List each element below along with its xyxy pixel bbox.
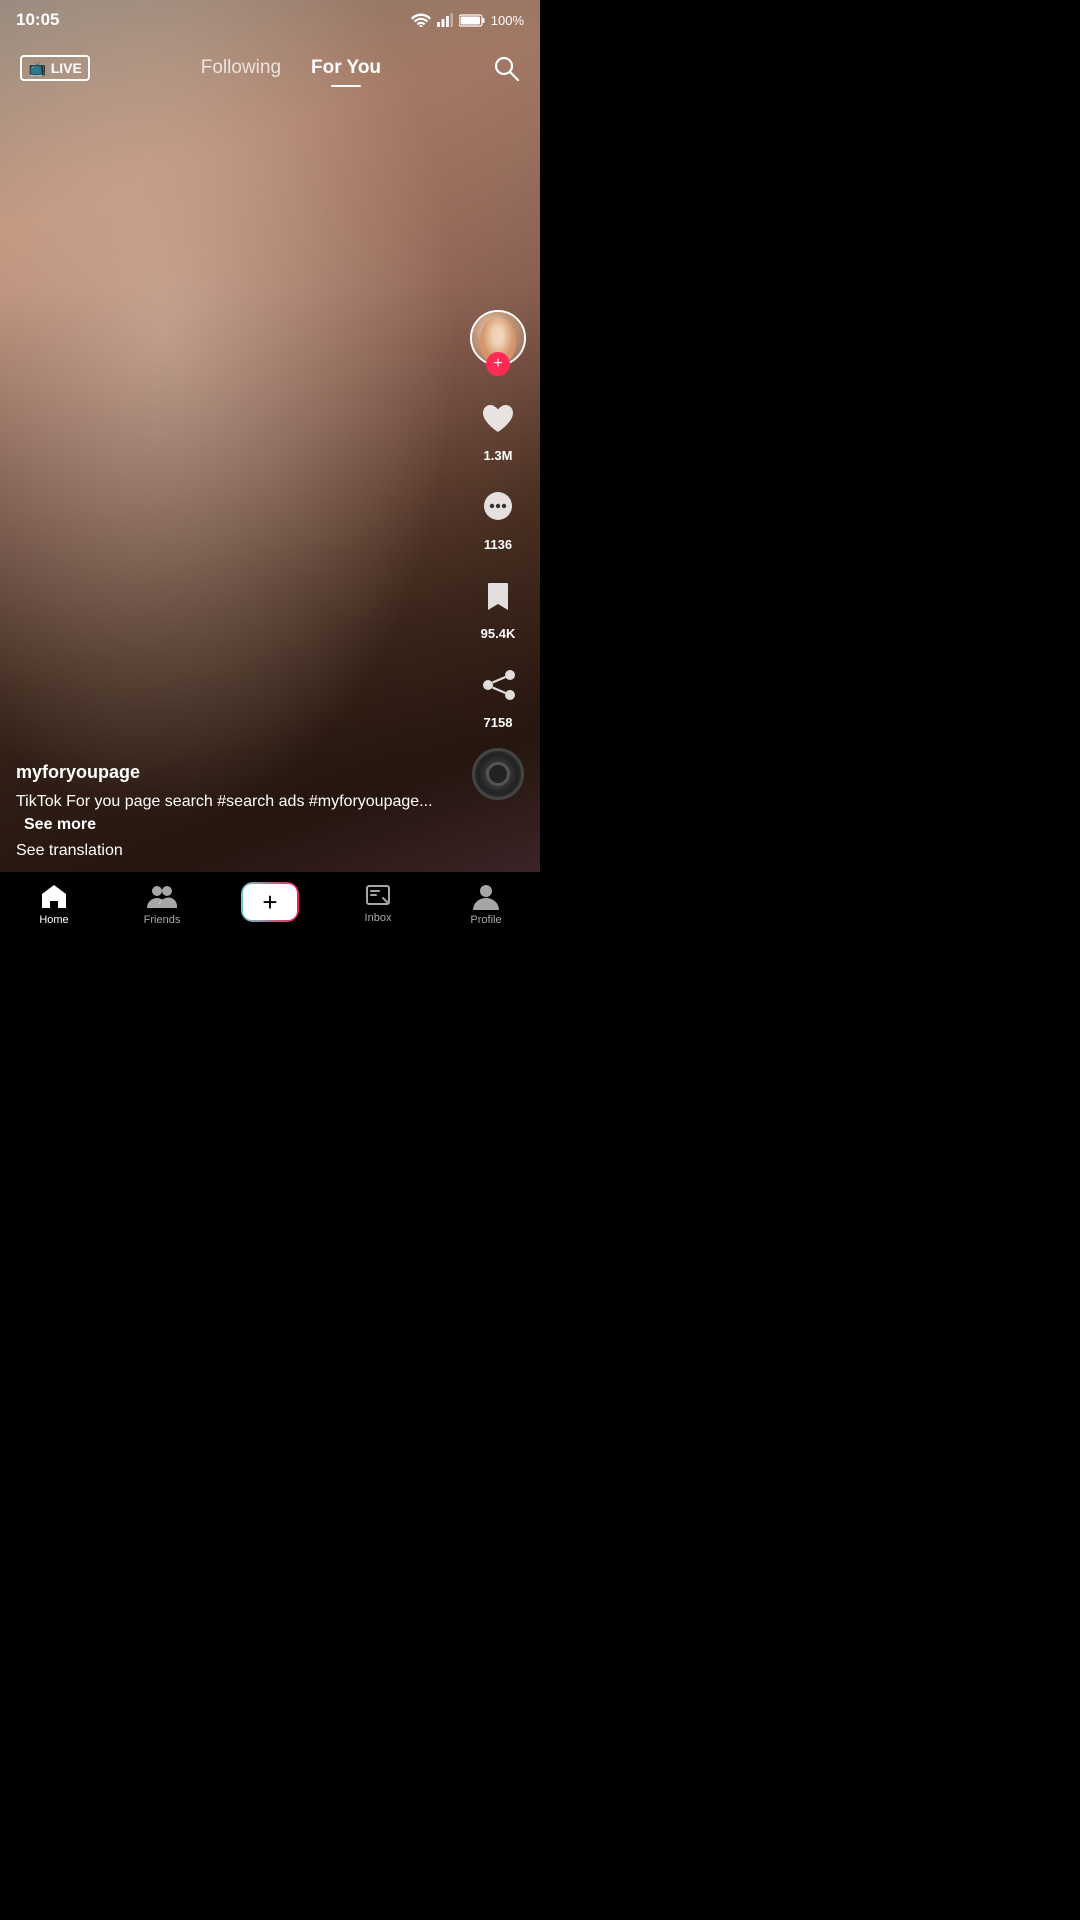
nav-tabs: Following For You: [201, 57, 381, 79]
bottom-nav: Home Friends + Inbox: [0, 872, 540, 960]
status-bar: 10:05 100%: [0, 0, 540, 40]
home-icon: [40, 882, 68, 910]
bottom-content: myforyoupage TikTok For you page search …: [16, 762, 460, 860]
signal-icon: [437, 13, 453, 27]
wifi-icon: [411, 13, 431, 27]
live-label: LIVE: [51, 60, 82, 76]
music-disc-item[interactable]: [472, 748, 524, 800]
create-plus-button[interactable]: +: [241, 882, 299, 922]
like-icon[interactable]: [472, 392, 524, 444]
battery-icon: [459, 14, 485, 27]
nav-friends[interactable]: Friends: [132, 882, 192, 926]
inbox-label: Inbox: [365, 912, 392, 924]
tab-following[interactable]: Following: [201, 57, 281, 79]
see-translation-button[interactable]: See translation: [16, 842, 460, 860]
follow-plus-button[interactable]: +: [486, 352, 510, 376]
like-action[interactable]: 1.3M: [472, 392, 524, 463]
nav-profile[interactable]: Profile: [456, 882, 516, 926]
bookmark-icon[interactable]: [472, 570, 524, 622]
friends-label: Friends: [144, 914, 181, 926]
battery-percent: 100%: [491, 13, 524, 28]
nav-inbox[interactable]: Inbox: [348, 882, 408, 924]
avatar-container[interactable]: +: [470, 310, 526, 366]
share-count: 7158: [484, 715, 513, 730]
status-time: 10:05: [16, 10, 59, 30]
friends-icon: [147, 882, 177, 910]
see-more-button[interactable]: See more: [24, 816, 96, 833]
caption-text: TikTok For you page search #search ads #…: [16, 793, 433, 810]
nav-home[interactable]: Home: [24, 882, 84, 926]
like-count: 1.3M: [484, 448, 513, 463]
inbox-icon: [365, 882, 391, 908]
bookmark-action[interactable]: 95.4K: [472, 570, 524, 641]
caption: TikTok For you page search #search ads #…: [16, 791, 460, 836]
status-icons: 100%: [411, 13, 524, 28]
live-tv-icon: 📺: [28, 59, 47, 77]
music-disc: [472, 748, 524, 800]
home-label: Home: [39, 914, 68, 926]
share-action[interactable]: 7158: [472, 659, 524, 730]
search-button[interactable]: [492, 54, 520, 82]
nav-create[interactable]: +: [240, 882, 300, 922]
tab-foryou[interactable]: For You: [311, 57, 381, 79]
bookmark-count: 95.4K: [481, 626, 516, 641]
creator-avatar-item: +: [470, 310, 526, 374]
profile-icon: [473, 882, 499, 910]
right-actions: + 1.3M 1136 95.4K: [470, 310, 526, 800]
top-nav: 📺 LIVE Following For You: [0, 40, 540, 96]
comment-action[interactable]: 1136: [472, 481, 524, 552]
share-icon[interactable]: [472, 659, 524, 711]
comment-icon[interactable]: [472, 481, 524, 533]
live-button[interactable]: 📺 LIVE: [20, 55, 90, 81]
profile-label: Profile: [470, 914, 501, 926]
plus-icon: +: [262, 889, 277, 915]
comment-count: 1136: [484, 537, 512, 552]
username[interactable]: myforyoupage: [16, 762, 460, 783]
